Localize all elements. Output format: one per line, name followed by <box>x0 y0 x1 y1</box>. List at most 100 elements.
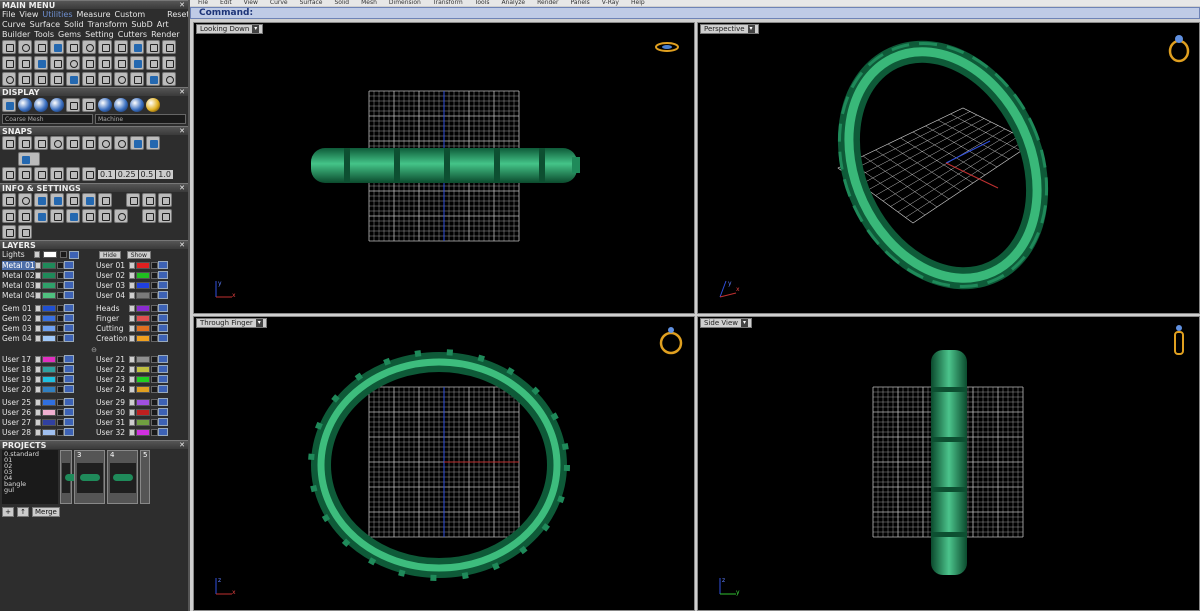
project-list-item[interactable]: gul <box>4 487 56 494</box>
snap-value-3[interactable]: 0.5 <box>138 169 156 179</box>
layer-select-button[interactable] <box>158 428 168 436</box>
layer-lock-icon[interactable] <box>151 408 158 416</box>
layer-row[interactable]: Gem 01 <box>2 303 92 313</box>
layer-row[interactable]: User 22 <box>96 364 186 374</box>
layer-color-swatch[interactable] <box>136 385 150 393</box>
info-icon[interactable] <box>50 209 64 223</box>
layer-color-swatch[interactable] <box>42 418 56 426</box>
layer-select-button[interactable] <box>158 365 168 373</box>
snap-icon[interactable] <box>66 136 80 150</box>
info-icon[interactable] <box>18 209 32 223</box>
layer-lock-icon[interactable] <box>57 365 64 373</box>
layer-visibility-toggle[interactable] <box>35 398 41 406</box>
viewport-title-bar[interactable]: Through Finger ▾ <box>196 318 267 328</box>
layer-visibility-toggle[interactable] <box>35 291 41 299</box>
layer-color-swatch[interactable] <box>42 355 56 363</box>
layer-select-button[interactable] <box>158 334 168 342</box>
chevron-down-icon[interactable]: ▾ <box>747 25 755 33</box>
layer-row[interactable]: User 23 <box>96 374 186 384</box>
snap-icon[interactable] <box>34 167 48 181</box>
layer-visibility-toggle[interactable] <box>35 281 41 289</box>
ring-view-icon[interactable] <box>1167 33 1191 63</box>
viewport-title-bar[interactable]: Looking Down ▾ <box>196 24 264 34</box>
tool-icon[interactable] <box>34 56 48 70</box>
tool-icon[interactable] <box>66 56 80 70</box>
layer-visibility-toggle[interactable] <box>129 271 135 279</box>
tool-icon[interactable] <box>162 72 176 86</box>
layer-lock-icon[interactable] <box>151 355 158 363</box>
info-icon[interactable] <box>126 193 140 207</box>
layer-color-swatch[interactable] <box>136 291 150 299</box>
layer-select-button[interactable] <box>158 324 168 332</box>
snap-icon[interactable] <box>2 167 16 181</box>
info-icon[interactable] <box>66 209 80 223</box>
snap-value-1[interactable]: 0.1 <box>98 169 115 179</box>
layer-color-swatch[interactable] <box>136 324 150 332</box>
shade-mode-icon[interactable] <box>66 98 80 112</box>
tool-icon[interactable] <box>34 72 48 86</box>
render-sphere-icon[interactable] <box>114 98 128 112</box>
info-icon[interactable] <box>34 193 48 207</box>
layer-select-button[interactable] <box>158 355 168 363</box>
snap-icon[interactable] <box>2 136 16 150</box>
close-icon[interactable]: ✕ <box>179 184 185 193</box>
project-list[interactable]: 0.standard 01 02 03 04 bangle gul <box>2 450 58 504</box>
info-icon[interactable] <box>158 193 172 207</box>
layer-select-button[interactable] <box>64 398 74 406</box>
tool-icon[interactable] <box>66 72 80 86</box>
layer-visibility-toggle[interactable] <box>129 281 135 289</box>
layer-lock-icon[interactable] <box>57 355 64 363</box>
mesh-select[interactable]: Coarse Mesh <box>2 114 93 124</box>
layer-lock-icon[interactable] <box>57 385 64 393</box>
layer-color-swatch[interactable] <box>136 281 150 289</box>
info-icon[interactable] <box>2 225 16 239</box>
menu-setting[interactable]: Setting <box>85 30 114 39</box>
info-icon[interactable] <box>158 209 172 223</box>
snap-icon[interactable] <box>82 136 96 150</box>
layer-lock-icon[interactable] <box>151 281 158 289</box>
viewport-perspective[interactable]: Perspective ▾ yx <box>697 22 1200 314</box>
layer-lock-icon[interactable] <box>151 261 158 269</box>
top-menu-item[interactable]: V-Ray <box>602 0 619 6</box>
layer-lock-icon[interactable] <box>57 304 64 312</box>
layer-row[interactable]: Metal 04 <box>2 290 92 300</box>
layer-row[interactable]: User 20 <box>2 384 92 394</box>
reset-button[interactable]: Reset <box>167 10 188 19</box>
layer-visibility-toggle[interactable] <box>35 334 41 342</box>
tool-icon[interactable] <box>98 40 112 54</box>
layer-color-swatch[interactable] <box>42 375 56 383</box>
layer-lock-icon[interactable] <box>57 428 64 436</box>
layer-lock-icon[interactable] <box>151 334 158 342</box>
info-icon[interactable] <box>34 209 48 223</box>
tool-icon[interactable] <box>114 40 128 54</box>
info-icon[interactable] <box>18 225 32 239</box>
show-button[interactable]: Show <box>126 250 151 259</box>
layer-visibility-toggle[interactable] <box>129 291 135 299</box>
tool-icon[interactable] <box>18 72 32 86</box>
layer-row[interactable]: User 26 <box>2 407 92 417</box>
tool-icon[interactable] <box>98 72 112 86</box>
layer-row[interactable]: User 31 <box>96 417 186 427</box>
layer-row[interactable]: User 30 <box>96 407 186 417</box>
layer-color-swatch[interactable] <box>42 398 56 406</box>
menu-subd[interactable]: SubD <box>131 20 152 29</box>
menu-art[interactable]: Art <box>157 20 169 29</box>
layer-select-button[interactable] <box>64 408 74 416</box>
info-icon[interactable] <box>114 209 128 223</box>
layer-color-swatch[interactable] <box>42 428 56 436</box>
info-icon[interactable] <box>142 193 156 207</box>
layer-row[interactable]: User 24 <box>96 384 186 394</box>
layer-color-swatch[interactable] <box>136 271 150 279</box>
tool-icon[interactable] <box>146 72 160 86</box>
layer-visibility-toggle[interactable] <box>129 365 135 373</box>
info-icon[interactable] <box>2 209 16 223</box>
layer-row[interactable]: User 19 <box>2 374 92 384</box>
info-icon[interactable] <box>142 209 156 223</box>
tool-icon[interactable] <box>18 56 32 70</box>
lights-toggle[interactable] <box>34 251 40 258</box>
ring-view-icon[interactable] <box>1171 323 1187 357</box>
tool-icon[interactable] <box>98 56 112 70</box>
layer-visibility-toggle[interactable] <box>35 314 41 322</box>
render-sphere-icon[interactable] <box>146 98 160 112</box>
add-project-button[interactable]: + <box>2 507 14 517</box>
